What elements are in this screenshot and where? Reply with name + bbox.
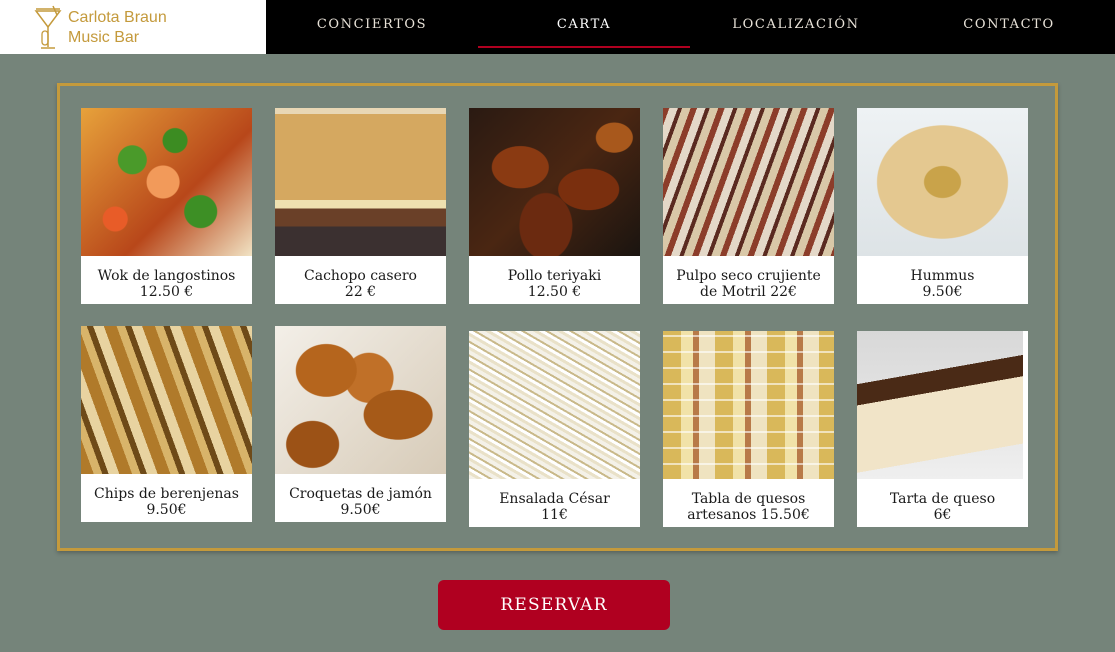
dish-name: Pulpo seco crujiente	[676, 268, 821, 284]
menu-card-caption: Hummus 9.50€	[857, 268, 1028, 300]
logo[interactable]: Carlota Braun Music Bar	[0, 0, 266, 54]
croquetas-photo	[275, 326, 446, 474]
cocktail-glass-icon	[34, 5, 62, 49]
dish-name: Tarta de queso	[889, 491, 996, 507]
dish-price: 9.50€	[340, 502, 381, 518]
nav-item-conciertos[interactable]: CONCIERTOS	[266, 0, 478, 54]
dish-price: artesanos 15.50€	[687, 507, 810, 523]
dish-price: 12.50 €	[527, 284, 582, 300]
menu-card-caption: Wok de langostinos 12.50 €	[81, 268, 252, 300]
dish-name: Pollo teriyaki	[507, 268, 602, 284]
chips-photo	[81, 326, 252, 474]
menu-card-caption: Ensalada César 11€	[469, 491, 640, 523]
menu-card-caption: Pulpo seco crujiente de Motril 22€	[663, 268, 834, 300]
nav-item-carta[interactable]: CARTA	[478, 0, 690, 54]
menu-card-pulpo[interactable]: Pulpo seco crujiente de Motril 22€	[663, 108, 834, 304]
menu-card-cesar[interactable]: Ensalada César 11€	[469, 331, 640, 527]
wok-photo	[81, 108, 252, 256]
menu-card-pollo[interactable]: Pollo teriyaki 12.50 €	[469, 108, 640, 304]
brand-line-1: Carlota Braun	[68, 9, 167, 26]
pollo-photo	[469, 108, 640, 256]
menu-card-croquetas[interactable]: Croquetas de jamón 9.50€	[275, 326, 446, 522]
dish-price: 9.50€	[146, 502, 187, 518]
dish-price: 6€	[933, 507, 952, 523]
menu-card-caption: Tarta de queso 6€	[857, 491, 1028, 523]
menu-card-chips[interactable]: Chips de berenjenas 9.50€	[81, 326, 252, 522]
quesos-photo	[663, 331, 834, 479]
dish-name: Cachopo casero	[304, 268, 417, 284]
menu-card-caption: Cachopo casero 22 €	[275, 268, 446, 300]
pulpo-photo	[663, 108, 834, 256]
menu-card-caption: Pollo teriyaki 12.50 €	[469, 268, 640, 300]
cesar-photo	[469, 331, 640, 479]
menu-card-caption: Chips de berenjenas 9.50€	[81, 486, 252, 518]
hummus-photo	[857, 108, 1028, 256]
dish-name: Croquetas de jamón	[289, 486, 432, 502]
dish-price: 22 €	[344, 284, 377, 300]
brand-line-2: Music Bar	[68, 29, 140, 46]
dish-price: 11€	[541, 507, 568, 523]
dish-name: Wok de langostinos	[97, 268, 236, 284]
nav-item-localizacion[interactable]: LOCALIZACIÓN	[690, 0, 902, 54]
nav-item-contacto[interactable]: CONTACTO	[903, 0, 1115, 54]
dish-price: de Motril 22€	[700, 284, 797, 300]
menu-card-quesos[interactable]: Tabla de quesos artesanos 15.50€	[663, 331, 834, 527]
tarta-photo	[857, 331, 1023, 479]
menu-card-cachopo[interactable]: Cachopo casero 22 €	[275, 108, 446, 304]
brand-name: Carlota Braun Music Bar	[68, 8, 167, 48]
menu-card-hummus[interactable]: Hummus 9.50€	[857, 108, 1028, 304]
cachopo-photo	[275, 108, 446, 256]
dish-price: 12.50 €	[139, 284, 194, 300]
menu-card-caption: Tabla de quesos artesanos 15.50€	[663, 491, 834, 523]
menu-card-wok[interactable]: Wok de langostinos 12.50 €	[81, 108, 252, 304]
main-nav: CONCIERTOS CARTA LOCALIZACIÓN CONTACTO	[266, 0, 1115, 54]
menu-frame: Wok de langostinos 12.50 € Cachopo caser…	[57, 83, 1058, 551]
menu-card-tarta[interactable]: Tarta de queso 6€	[857, 331, 1028, 527]
dish-name: Ensalada César	[499, 491, 610, 507]
menu-card-caption: Croquetas de jamón 9.50€	[275, 486, 446, 518]
dish-name: Chips de berenjenas	[94, 486, 239, 502]
reserve-button[interactable]: RESERVAR	[438, 580, 670, 630]
dish-name: Tabla de quesos	[691, 491, 806, 507]
dish-price: 9.50€	[922, 284, 963, 300]
dish-name: Hummus	[910, 268, 975, 284]
